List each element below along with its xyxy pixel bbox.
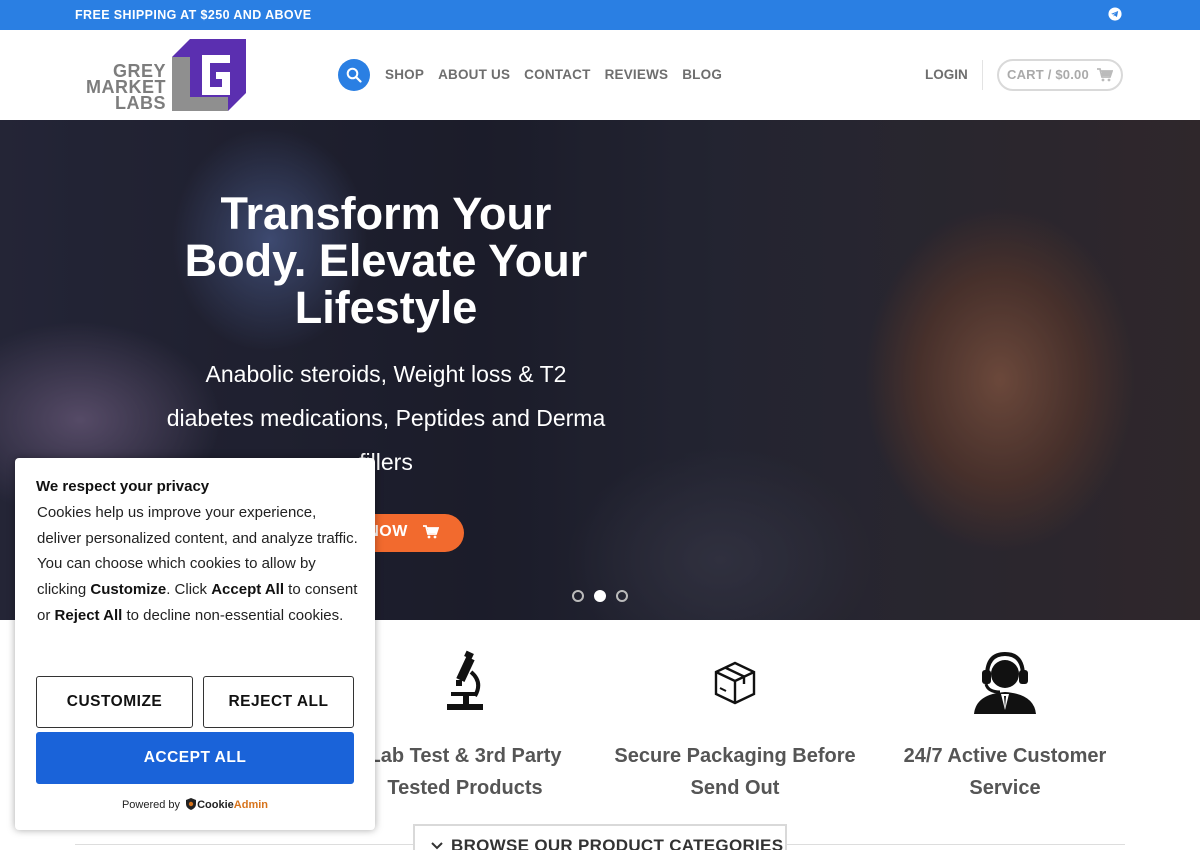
feature-lab-tested-text: Lab Test & 3rd Party Tested Products — [368, 745, 562, 799]
cookie-text-reject: Reject All — [54, 606, 123, 624]
slider-dot-2[interactable] — [594, 590, 606, 602]
cart-icon — [422, 524, 439, 539]
search-icon — [346, 67, 362, 83]
top-announcement-bar: FREE SHIPPING AT $250 AND ABOVE — [0, 0, 1200, 30]
chevron-down-icon — [431, 842, 443, 850]
feature-customer-service: 24/7 Active Customer Service — [880, 650, 1130, 804]
nav-about-us[interactable]: ABOUT US — [438, 67, 510, 82]
main-nav: SHOP ABOUT US CONTACT REVIEWS BLOG — [385, 67, 736, 82]
slider-dots — [572, 590, 628, 602]
customize-button[interactable]: CUSTOMIZE — [36, 676, 193, 728]
cart-icon — [1097, 68, 1113, 82]
feature-secure-packaging-text: Secure Packaging Before Send Out — [614, 745, 856, 799]
reject-all-button[interactable]: REJECT ALL — [203, 676, 354, 728]
hero-title: Transform Your Body. Elevate Your Lifest… — [184, 188, 588, 333]
telegram-icon[interactable] — [1108, 7, 1122, 21]
powered-by-cookieadmin[interactable]: Powered by CookieAdmin — [15, 798, 375, 811]
logo-wordmark: GREY MARKET LABS — [74, 62, 166, 113]
cookie-title: We respect your privacy — [36, 478, 210, 495]
cookie-description: Cookies help us improve your experience,… — [37, 500, 362, 629]
site-header: GREY MARKET LABS SHOP ABOUT US CONTACT R… — [0, 30, 1200, 120]
nav-contact[interactable]: CONTACT — [524, 67, 590, 82]
accept-all-button[interactable]: ACCEPT ALL — [36, 732, 354, 784]
browse-categories-label: BROWSE OUR PRODUCT CATEGORIES — [451, 836, 784, 850]
free-shipping-text: FREE SHIPPING AT $250 AND ABOVE — [75, 8, 312, 22]
microscope-icon — [447, 650, 483, 710]
nav-reviews[interactable]: REVIEWS — [605, 67, 669, 82]
search-button[interactable] — [338, 59, 370, 91]
powered-by-text: Powered by — [121, 799, 181, 811]
feature-customer-service-text: 24/7 Active Customer Service — [903, 745, 1107, 799]
cookieadmin-brand-b: Admin — [233, 799, 269, 811]
login-link[interactable]: LOGIN — [925, 67, 968, 82]
cookieadmin-brand-a: Cookie — [197, 799, 234, 811]
cookie-text-customize: Customize — [90, 581, 167, 599]
feature-lab-tested: Lab Test & 3rd Party Tested Products — [340, 650, 590, 804]
nav-blog[interactable]: BLOG — [682, 67, 722, 82]
cookieadmin-shield-icon — [186, 798, 197, 810]
cart-button[interactable]: CART / $0.00 — [997, 59, 1123, 91]
nav-shop[interactable]: SHOP — [385, 67, 424, 82]
feature-secure-packaging: Secure Packaging Before Send Out — [610, 650, 860, 804]
cart-label: CART / $0.00 — [1007, 67, 1089, 82]
cookie-text-part: to decline non-essential cookies. — [122, 606, 344, 624]
logo-g-mark-icon — [172, 39, 246, 111]
grey-market-labs-logo[interactable]: GREY MARKET LABS — [74, 39, 248, 113]
headset-support-icon — [974, 651, 1036, 714]
logo-line-3: LABS — [115, 93, 166, 113]
cookie-text-part: . Click — [166, 581, 212, 599]
package-icon — [714, 661, 756, 705]
slider-dot-3[interactable] — [616, 590, 628, 602]
slider-dot-1[interactable] — [572, 590, 584, 602]
cookie-text-accept: Accept All — [211, 581, 284, 599]
cookie-consent-dialog: We respect your privacy Cookies help us … — [15, 458, 375, 830]
header-divider — [982, 60, 983, 90]
browse-categories-button[interactable]: BROWSE OUR PRODUCT CATEGORIES — [413, 824, 787, 850]
